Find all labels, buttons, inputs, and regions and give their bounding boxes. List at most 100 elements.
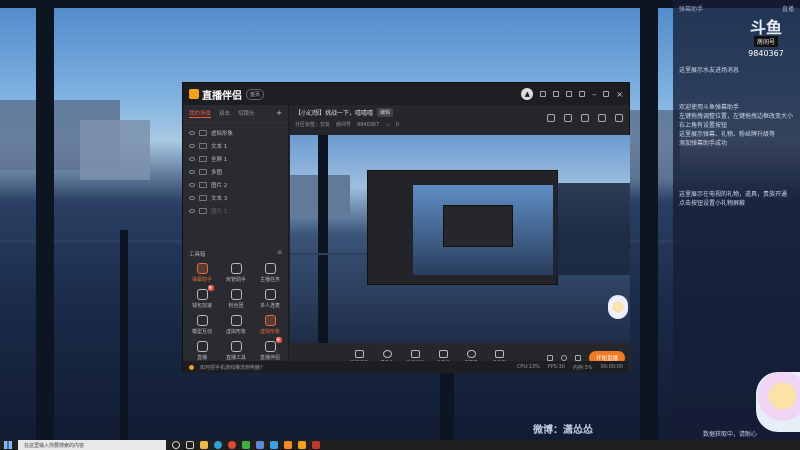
tool-button[interactable]: 房管助手 — [219, 263, 253, 283]
source-icon — [199, 129, 207, 136]
chat-message: 这里展示水友进场消息 — [679, 67, 740, 74]
companion-icon[interactable] — [298, 441, 306, 449]
screen-icon — [354, 350, 364, 358]
room-label: 房间号 — [753, 36, 778, 47]
edit-title-button[interactable]: 编辑 — [377, 108, 394, 117]
add-scene-icon[interactable]: + — [276, 109, 282, 118]
tool-button[interactable]: 虚拟形象 — [219, 315, 253, 335]
skin-icon[interactable] — [566, 91, 573, 97]
tool-button[interactable]: 粉丝团 — [219, 289, 253, 309]
share-icon[interactable] — [615, 114, 623, 122]
visibility-icon[interactable] — [189, 156, 195, 161]
qq-icon[interactable] — [270, 441, 278, 449]
visibility-icon[interactable] — [189, 130, 195, 135]
stream-preview[interactable] — [290, 135, 630, 343]
tool-label: 直播 — [196, 355, 207, 361]
taskbar: 在这里输入你要搜索的内容 — [0, 440, 800, 450]
viewer-count: 0 — [395, 121, 399, 128]
app-icon[interactable] — [256, 441, 264, 449]
tool-button[interactable]: 虚拟形象 — [253, 315, 287, 335]
source-item[interactable]: 文本 1 — [183, 139, 288, 152]
toolbox-more-icon[interactable]: ⊖ — [277, 250, 282, 258]
room-id: 9840367 — [748, 49, 784, 58]
wechat-icon[interactable] — [242, 441, 250, 449]
tool-button[interactable]: 弹幕助手 — [185, 263, 219, 283]
status-hint[interactable]: 如何把手机游戏推流到电脑? — [200, 364, 263, 371]
source-icon — [199, 181, 207, 188]
tool-button[interactable]: 主播任务 — [253, 263, 287, 283]
tool-label: 虚拟形象 — [225, 329, 246, 335]
tool-label: 弹幕助手 — [191, 277, 212, 283]
heat-icon: ♨ — [385, 121, 390, 128]
tool-label: 房管助手 — [225, 277, 246, 283]
user-avatar-icon[interactable]: ▲ — [521, 88, 534, 100]
source-icon — [199, 155, 207, 162]
phone-icon — [410, 350, 420, 358]
tool-label: 直播工具 — [225, 355, 246, 361]
connect-tool-icon — [264, 289, 276, 300]
menu-icon[interactable] — [579, 91, 586, 97]
mail-icon[interactable] — [540, 91, 547, 97]
live-companion-window[interactable]: 直播伴侣 首页 ▲ – × 我的场景 双击 切镜头 + 虚拟形象 文本 1 全屏… — [182, 82, 631, 373]
visibility-icon[interactable] — [189, 182, 195, 187]
bg-window-frame — [120, 230, 128, 440]
taskbar-search[interactable]: 在这里输入你要搜索的内容 — [18, 440, 166, 450]
source-icon — [199, 207, 207, 214]
source-item[interactable]: 图片 1 — [183, 204, 288, 217]
player-icon[interactable] — [312, 441, 320, 449]
source-item[interactable]: 多图 — [183, 165, 288, 178]
microphone-icon — [466, 350, 476, 358]
edge-icon[interactable] — [214, 441, 222, 449]
scene-sidebar: 我的场景 双击 切镜头 + 虚拟形象 文本 1 全屏 1 多图 图片 2 文本 … — [183, 105, 289, 373]
virtual-tool-icon — [264, 315, 276, 326]
preview-avatar — [608, 295, 628, 319]
tab-double[interactable]: 双击 — [219, 109, 230, 118]
nested-preview — [413, 185, 553, 275]
new-tag: 新 — [207, 285, 214, 291]
source-item[interactable]: 全屏 1 — [183, 152, 288, 165]
tool-button[interactable]: 直播工具 — [219, 341, 253, 361]
source-label: 图片 2 — [211, 182, 228, 189]
tool-button[interactable]: 新钱包加速 — [185, 285, 219, 309]
category-label[interactable]: 分区标签：交友 — [295, 121, 330, 128]
tab-switch[interactable]: 切镜头 — [238, 109, 255, 118]
chat-message: 这里展示弹幕、礼物、粉丝牌升级等 — [679, 131, 776, 138]
home-badge[interactable]: 首页 — [246, 88, 265, 100]
logo-text: 斗鱼 — [749, 18, 782, 37]
douyu-logo: 斗鱼 房间号 9840367 — [742, 18, 790, 59]
lock-icon[interactable] — [564, 114, 572, 122]
app-logo: 直播伴侣 — [189, 87, 242, 102]
tool-label: 主播任务 — [259, 277, 280, 283]
shield-tool-icon — [230, 289, 242, 300]
bell-icon[interactable] — [598, 114, 606, 122]
tool-button[interactable]: 模型互动 — [185, 315, 219, 335]
close-icon[interactable]: × — [616, 90, 623, 99]
live-title[interactable]: 【小幻想】挑战一下，嘻嘻嘻 — [295, 108, 373, 117]
task-view-icon[interactable] — [186, 441, 194, 449]
maximize-icon[interactable] — [603, 91, 610, 97]
layout-icon[interactable] — [581, 114, 589, 122]
minimize-icon[interactable]: – — [592, 90, 596, 99]
chrome-icon[interactable] — [228, 441, 236, 449]
settings-icon[interactable] — [553, 91, 560, 97]
tool-button[interactable]: 多人连麦 — [253, 289, 287, 309]
visibility-icon[interactable] — [189, 208, 195, 213]
source-item[interactable]: 虚拟形象 — [183, 126, 288, 139]
tool-button[interactable]: 直播 — [185, 341, 219, 361]
tool-label: 虚拟形象 — [259, 329, 280, 335]
tool-button[interactable]: 新直播伴侣 — [253, 337, 287, 361]
source-item[interactable]: 图片 2 — [183, 178, 288, 191]
title-bar[interactable]: 直播伴侣 首页 ▲ – × — [183, 83, 629, 105]
tab-my-scene[interactable]: 我的场景 — [189, 109, 212, 118]
screenshot-icon[interactable] — [547, 114, 555, 122]
visibility-icon[interactable] — [189, 169, 195, 174]
douyu-icon[interactable] — [284, 441, 292, 449]
folder-icon[interactable] — [200, 441, 208, 449]
source-item[interactable]: 文本 3 — [183, 191, 288, 204]
visibility-icon[interactable] — [189, 143, 195, 148]
watermark: 微博：潇怂怂 — [533, 425, 593, 436]
cpu-usage: CPU:13% — [516, 363, 540, 370]
windows-start-icon[interactable] — [4, 441, 12, 449]
visibility-icon[interactable] — [189, 195, 195, 200]
search-icon[interactable] — [172, 441, 180, 449]
